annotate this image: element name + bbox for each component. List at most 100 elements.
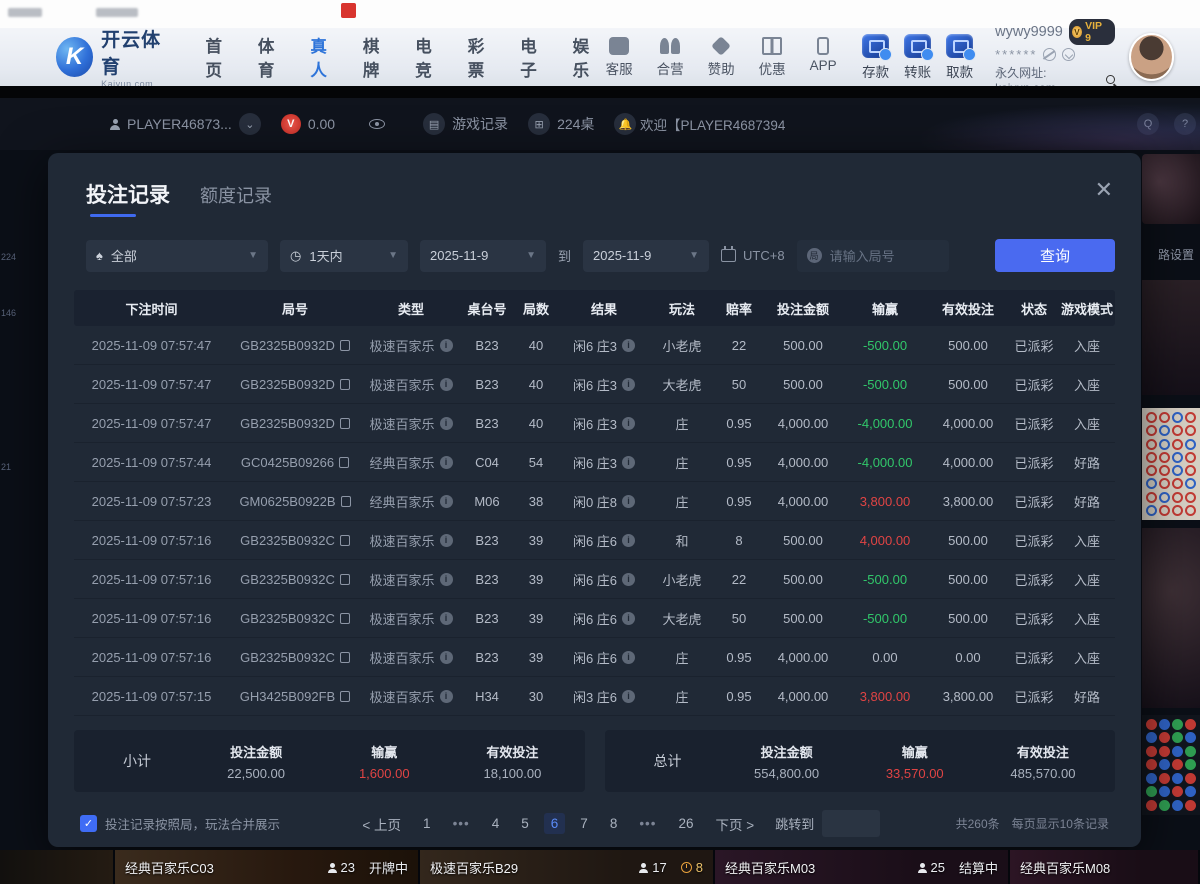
copy-icon[interactable] [340, 613, 350, 624]
roadmap-dot [1185, 412, 1196, 423]
nav-item-8[interactable]: 娱乐 [573, 27, 602, 87]
round-search-input[interactable]: 局 请输入局号 [797, 240, 949, 272]
jump-input[interactable] [822, 810, 880, 837]
优惠-button[interactable]: 优惠 [755, 37, 789, 78]
countdown: 8 [681, 860, 703, 875]
存款-button[interactable]: 存款 [862, 34, 889, 81]
live-table-tile[interactable]: 极速百家乐B29178 [420, 850, 715, 884]
copy-icon[interactable] [340, 379, 350, 390]
info-icon[interactable]: i [440, 651, 453, 664]
nav-item-5[interactable]: 电竞 [415, 27, 444, 87]
info-icon[interactable]: i [440, 378, 453, 391]
info-icon[interactable]: i [622, 573, 635, 586]
page-button-6[interactable]: 6 [544, 813, 566, 834]
next-page-button[interactable]: 下页 > [709, 811, 762, 837]
live-table-tile[interactable]: 经典百家乐M0325结算中 [715, 850, 1010, 884]
copy-icon[interactable] [340, 418, 350, 429]
info-icon[interactable]: i [440, 690, 453, 703]
wallet-card-icon [904, 34, 931, 58]
nav-item-6[interactable]: 彩票 [468, 27, 497, 87]
page-button-7[interactable]: 7 [573, 813, 595, 834]
category-select[interactable]: ♠ 全部 ▼ [86, 240, 268, 272]
赞助-button[interactable]: 赞助 [704, 37, 738, 78]
info-icon[interactable]: i [440, 339, 453, 352]
info-icon[interactable]: i [622, 651, 635, 664]
avatar[interactable] [1129, 33, 1174, 81]
chevron-down-icon[interactable] [1062, 48, 1075, 61]
site-logo[interactable]: K 开云体育 Kaiyun.com [56, 25, 175, 89]
merge-checkbox[interactable]: ✓ [80, 815, 97, 832]
tab-bet-records[interactable]: 投注记录 [86, 179, 170, 217]
page-ellipsis[interactable]: ••• [632, 813, 663, 834]
notifications-button[interactable]: 🔔 [614, 113, 636, 135]
nav-item-3[interactable]: 真人 [310, 27, 339, 87]
table-tile-partial[interactable] [0, 850, 115, 884]
live-table-tile[interactable]: 经典百家乐C0323开牌中 [115, 850, 420, 884]
取款-button[interactable]: 取款 [946, 34, 973, 81]
tables-button[interactable]: ⊞ 224桌 [528, 113, 594, 135]
info-icon[interactable]: i [622, 534, 635, 547]
column-header: 有效投注 [927, 299, 1009, 318]
roadmap-dot [1146, 719, 1157, 730]
客服-button[interactable]: 客服 [602, 37, 636, 78]
copy-icon[interactable] [340, 535, 350, 546]
copy-icon[interactable] [341, 496, 351, 507]
合营-button[interactable]: 合营 [653, 37, 687, 78]
search-icon[interactable] [1106, 75, 1115, 84]
prev-page-button[interactable]: < 上页 [355, 811, 408, 837]
search-icon[interactable]: Q [1137, 113, 1159, 135]
live-table-tile[interactable]: 经典百家乐M08 [1010, 850, 1200, 884]
balance[interactable]: V 0.00 [281, 114, 335, 134]
eye-off-icon[interactable] [1043, 48, 1056, 61]
nav-item-7[interactable]: 电子 [520, 27, 549, 87]
roadmap-dot [1159, 492, 1170, 503]
roadmap-dot [1185, 759, 1196, 770]
player-menu[interactable]: PLAYER46873... ⌄ [110, 113, 261, 135]
page-button-5[interactable]: 5 [514, 813, 536, 834]
info-icon[interactable]: i [440, 417, 453, 430]
info-icon[interactable]: i [440, 456, 453, 469]
help-icon[interactable]: ? [1174, 113, 1196, 135]
info-icon[interactable]: i [622, 690, 635, 703]
toggle-balance[interactable] [369, 119, 385, 129]
date-to-select[interactable]: 2025-11-9 ▼ [583, 240, 709, 272]
copy-icon[interactable] [339, 457, 349, 468]
tab-quota-records[interactable]: 额度记录 [200, 182, 272, 208]
time-range-select[interactable]: ◷ 1天内 ▼ [280, 240, 408, 272]
page-ellipsis[interactable]: ••• [446, 813, 477, 834]
copy-icon[interactable] [340, 652, 350, 663]
info-icon[interactable]: i [440, 495, 453, 508]
info-icon[interactable]: i [622, 417, 635, 430]
timezone-select[interactable]: UTC+8 [721, 248, 785, 263]
page-button-4[interactable]: 4 [485, 813, 507, 834]
game-records-button[interactable]: ▤ 游戏记录 [423, 113, 508, 135]
date-from-select[interactable]: 2025-11-9 ▼ [420, 240, 546, 272]
copy-icon[interactable] [340, 340, 350, 351]
query-button[interactable]: 查询 [995, 239, 1115, 272]
nav-item-2[interactable]: 体育 [258, 27, 287, 87]
page-button-1[interactable]: 1 [416, 813, 438, 834]
info-icon[interactable]: i [622, 339, 635, 352]
roadmap-dot [1185, 732, 1196, 743]
roadmap-dot [1172, 800, 1183, 811]
info-icon[interactable]: i [440, 612, 453, 625]
info-icon[interactable]: i [622, 378, 635, 391]
info-icon[interactable]: i [622, 495, 635, 508]
info-icon[interactable]: i [440, 573, 453, 586]
转账-button[interactable]: 转账 [904, 34, 931, 81]
road-settings-label[interactable]: 路设置 [1158, 246, 1194, 263]
copy-icon[interactable] [340, 574, 350, 585]
page-button-8[interactable]: 8 [603, 813, 625, 834]
nav-item-1[interactable]: 首页 [205, 27, 234, 87]
nav-item-4[interactable]: 棋牌 [363, 27, 392, 87]
table-name: 极速百家乐B29 [430, 858, 518, 877]
info-icon[interactable]: i [440, 534, 453, 547]
info-icon[interactable]: i [622, 612, 635, 625]
APP-button[interactable]: APP [806, 37, 840, 78]
person-icon [918, 863, 927, 872]
info-icon[interactable]: i [622, 456, 635, 469]
close-icon[interactable]: ✕ [1095, 179, 1113, 201]
copy-icon[interactable] [340, 691, 350, 702]
page-button-26[interactable]: 26 [672, 813, 701, 834]
username[interactable]: wywy9999 [995, 24, 1063, 40]
